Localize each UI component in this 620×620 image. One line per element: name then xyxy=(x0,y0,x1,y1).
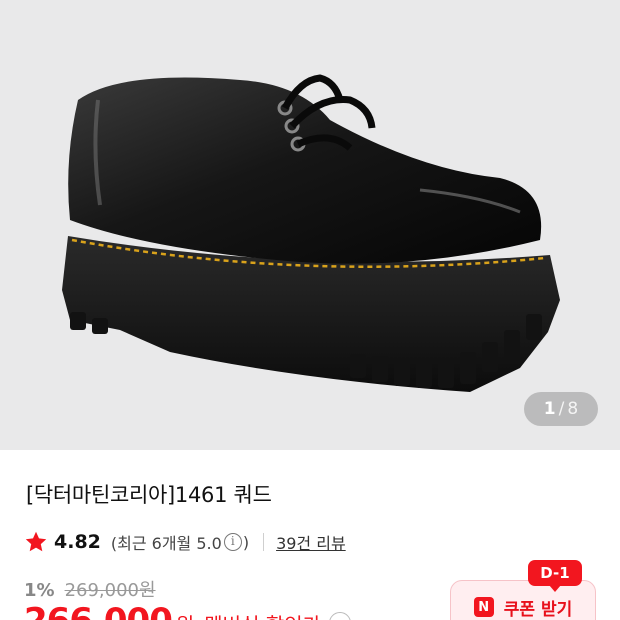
coupon-download-button[interactable]: N 쿠폰 받기 xyxy=(450,580,596,620)
star-icon xyxy=(25,531,47,552)
price-original-row: 1% 269,000원 xyxy=(24,576,156,602)
currency-unit: 원 xyxy=(176,609,194,620)
recent-rating-label: (최근 6개월 5.0 xyxy=(110,534,222,553)
image-page-indicator: 1 / 8 xyxy=(524,392,598,426)
page-total: 8 xyxy=(567,399,579,419)
original-price: 269,000원 xyxy=(64,580,156,601)
discount-rate: 1% xyxy=(24,580,55,601)
page-separator: / xyxy=(558,399,565,419)
product-photo-shoe xyxy=(62,74,560,392)
recent-rating: (최근 6개월 5.0 i ) xyxy=(111,530,249,554)
review-count-link[interactable]: 39건 리뷰 xyxy=(276,530,346,554)
chevron-down-icon[interactable] xyxy=(329,612,352,620)
recent-rating-close: ) xyxy=(242,532,250,552)
product-image-gallery[interactable]: 1 / 8 xyxy=(0,0,620,450)
coupon-button-label: 쿠폰 받기 xyxy=(503,600,573,620)
rating-score: 4.82 xyxy=(54,531,101,553)
naver-n-icon: N xyxy=(473,597,494,617)
divider xyxy=(263,533,265,551)
price-sale-row: 266,000 원 멤버십 할인가 xyxy=(24,601,352,620)
sale-price: 266,000 xyxy=(24,601,173,620)
info-icon[interactable]: i xyxy=(223,533,242,551)
membership-price-label[interactable]: 멤버십 할인가 xyxy=(204,609,321,620)
product-title: [닥터마틴코리아]1461 쿼드 xyxy=(26,483,272,507)
rating-row: 4.82 (최근 6개월 5.0 i ) 39건 리뷰 xyxy=(24,528,346,556)
page-current: 1 xyxy=(543,399,556,419)
dday-badge: D-1 xyxy=(528,560,582,592)
